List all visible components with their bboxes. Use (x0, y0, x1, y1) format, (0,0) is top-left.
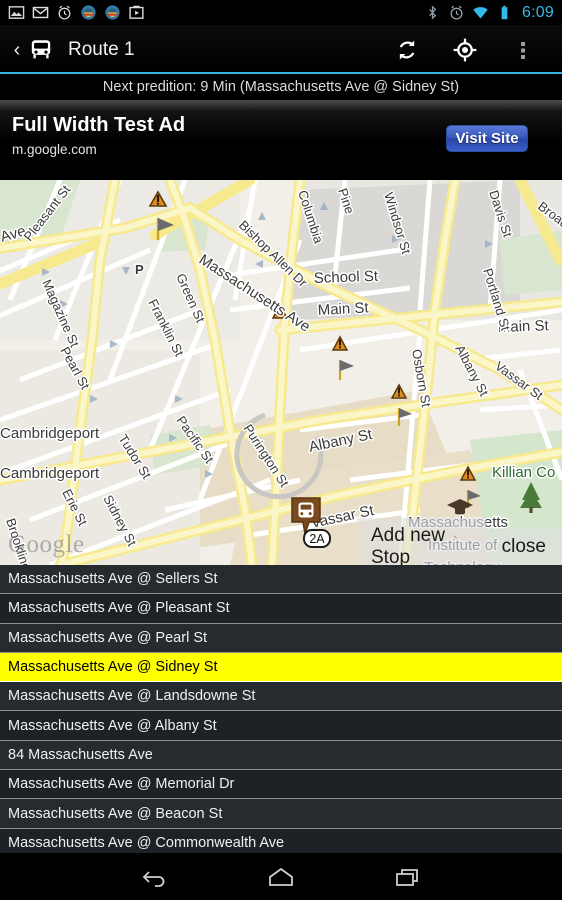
gallery-icon (8, 6, 25, 19)
google-attribution: Google (8, 531, 85, 558)
stop-label: Massachusetts Ave @ Pleasant St (8, 600, 230, 617)
svg-text:Main St: Main St (317, 299, 370, 319)
gmail-icon (32, 6, 49, 19)
stop-label: Massachusetts Ave @ Sidney St (8, 659, 218, 676)
stop-list-item[interactable]: 84 Massachusetts Ave (0, 740, 562, 771)
svg-text:P: P (135, 262, 144, 277)
wifi-icon (473, 7, 488, 19)
stop-label: Massachusetts Ave @ Albany St (8, 717, 217, 734)
bluetooth-icon (429, 5, 437, 20)
app-circle-icon (81, 5, 96, 20)
route-shield: 2A (303, 529, 331, 548)
refresh-button[interactable] (378, 26, 436, 74)
stop-label: Massachusetts Ave @ Pearl St (8, 629, 208, 646)
app-root: 6:09 ‹ Route 1 Next predition: 9 Min (Ma… (0, 0, 562, 900)
stop-list-item[interactable]: Massachusetts Ave @ Memorial Dr (0, 770, 562, 800)
action-bar-actions (378, 26, 552, 74)
battery-icon (501, 5, 508, 20)
map-view[interactable]: P Ave Pleasant St Magazine St Pearl St F… (0, 180, 562, 565)
status-bar: 6:09 (0, 0, 562, 26)
svg-text:School St: School St (314, 268, 380, 287)
stop-list-item[interactable]: Massachusetts Ave @ Sellers St (0, 565, 562, 595)
svg-text:Cambridgeport: Cambridgeport (0, 465, 100, 482)
ad-title: Full Width Test Ad (12, 114, 186, 136)
stop-list-item[interactable]: Massachusetts Ave @ Landsdowne St (0, 682, 562, 712)
prediction-bar: Next predition: 9 Min (Massachusetts Ave… (0, 74, 562, 100)
stop-list-item[interactable]: Massachusetts Ave @ Pleasant St (0, 594, 562, 624)
ad-url: m.google.com (12, 142, 97, 157)
prediction-text: Next predition: 9 Min (Massachusetts Ave… (102, 79, 460, 95)
stop-label: Massachusetts Ave @ Sellers St (8, 571, 218, 588)
stop-label: Massachusetts Ave @ Commonwealth Ave (8, 834, 285, 851)
home-nav-icon[interactable] (256, 857, 306, 897)
overflow-menu-button[interactable] (494, 26, 552, 74)
back-nav-icon[interactable] (129, 857, 179, 897)
alarm-clock-icon (58, 5, 71, 20)
svg-text:Cambridgeport: Cambridgeport (0, 425, 100, 442)
play-store-icon (129, 5, 144, 19)
svg-text:Killian Co: Killian Co (492, 464, 555, 481)
page-title: Route 1 (68, 39, 135, 60)
recents-nav-icon[interactable] (383, 857, 433, 897)
stop-label: Massachusetts Ave @ Beacon St (8, 805, 223, 822)
status-bar-system-icons: 6:09 (424, 4, 554, 22)
status-bar-notifications (8, 4, 145, 21)
close-button[interactable]: close (485, 529, 562, 565)
stop-list-item[interactable]: Massachusetts Ave @ Beacon St (0, 799, 562, 829)
stop-label: Massachusetts Ave @ Landsdowne St (8, 688, 256, 705)
map-canvas: P Ave Pleasant St Magazine St Pearl St F… (0, 180, 562, 565)
visit-site-button[interactable]: Visit Site (446, 125, 528, 152)
stop-list-item[interactable]: Massachusetts Ave @ Pearl St (0, 623, 562, 653)
alarm-icon (450, 5, 463, 20)
android-nav-bar (0, 853, 562, 900)
my-location-button[interactable] (436, 26, 494, 74)
stop-label: Massachusetts Ave @ Memorial Dr (8, 776, 235, 793)
back-button[interactable]: ‹ (10, 35, 24, 65)
ad-banner[interactable]: Full Width Test Ad m.google.com Visit Si… (0, 100, 562, 180)
stop-label: 84 Massachusetts Ave (8, 746, 153, 763)
app-circle-icon (105, 5, 120, 20)
action-bar: ‹ Route 1 (0, 26, 562, 74)
stop-list-item[interactable]: Massachusetts Ave @ Albany St (0, 711, 562, 741)
bus-icon (26, 35, 56, 65)
status-bar-clock: 6:09 (522, 3, 554, 21)
stop-list-item[interactable]: Massachusetts Ave @ Sidney St (0, 652, 562, 683)
stop-list[interactable]: Massachusetts Ave @ Sellers St Massachuse… (0, 565, 562, 858)
